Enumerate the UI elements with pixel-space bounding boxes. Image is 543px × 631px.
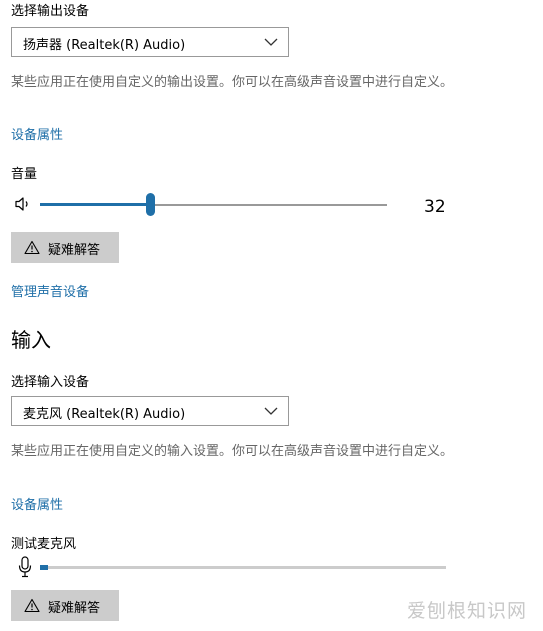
input-troubleshoot-label: 疑难解答 bbox=[48, 601, 101, 616]
volume-slider-thumb[interactable] bbox=[146, 193, 155, 216]
input-device-label: 选择输入设备 bbox=[11, 375, 90, 390]
chevron-down-icon bbox=[264, 38, 278, 46]
warning-icon bbox=[24, 240, 40, 255]
input-device-value: 麦克风 (Realtek(R) Audio) bbox=[23, 407, 186, 422]
warning-icon bbox=[24, 598, 40, 613]
microphone-level-meter bbox=[40, 564, 446, 570]
output-troubleshoot-button[interactable]: 疑难解答 bbox=[11, 232, 119, 263]
speaker-icon[interactable] bbox=[14, 196, 32, 212]
input-device-properties-link[interactable]: 设备属性 bbox=[11, 494, 63, 513]
output-description: 某些应用正在使用自定义的输出设置。你可以在高级声音设置中进行自定义。 bbox=[11, 75, 454, 90]
volume-label: 音量 bbox=[11, 167, 38, 182]
output-device-label: 选择输出设备 bbox=[11, 4, 90, 19]
output-troubleshoot-label: 疑难解答 bbox=[48, 243, 101, 258]
output-device-properties-link[interactable]: 设备属性 bbox=[11, 124, 63, 143]
input-heading: 输入 bbox=[11, 328, 51, 352]
manage-sound-devices-link[interactable]: 管理声音设备 bbox=[11, 281, 89, 300]
input-device-dropdown[interactable]: 麦克风 (Realtek(R) Audio) bbox=[11, 396, 289, 426]
volume-value: 32 bbox=[424, 197, 446, 217]
chevron-down-icon bbox=[264, 407, 278, 415]
input-troubleshoot-button[interactable]: 疑难解答 bbox=[11, 590, 119, 621]
microphone-level-track bbox=[40, 566, 446, 569]
volume-slider[interactable] bbox=[40, 193, 387, 216]
microphone-level-fill bbox=[40, 565, 48, 570]
output-device-value: 扬声器 (Realtek(R) Audio) bbox=[23, 38, 186, 53]
test-microphone-label: 测试麦克风 bbox=[11, 537, 77, 552]
watermark: 爱刨根知识网 bbox=[406, 600, 527, 622]
microphone-icon bbox=[18, 556, 32, 578]
input-description: 某些应用正在使用自定义的输入设置。你可以在高级声音设置中进行自定义。 bbox=[11, 444, 454, 459]
output-device-dropdown[interactable]: 扬声器 (Realtek(R) Audio) bbox=[11, 27, 289, 57]
volume-slider-fill bbox=[40, 203, 151, 206]
